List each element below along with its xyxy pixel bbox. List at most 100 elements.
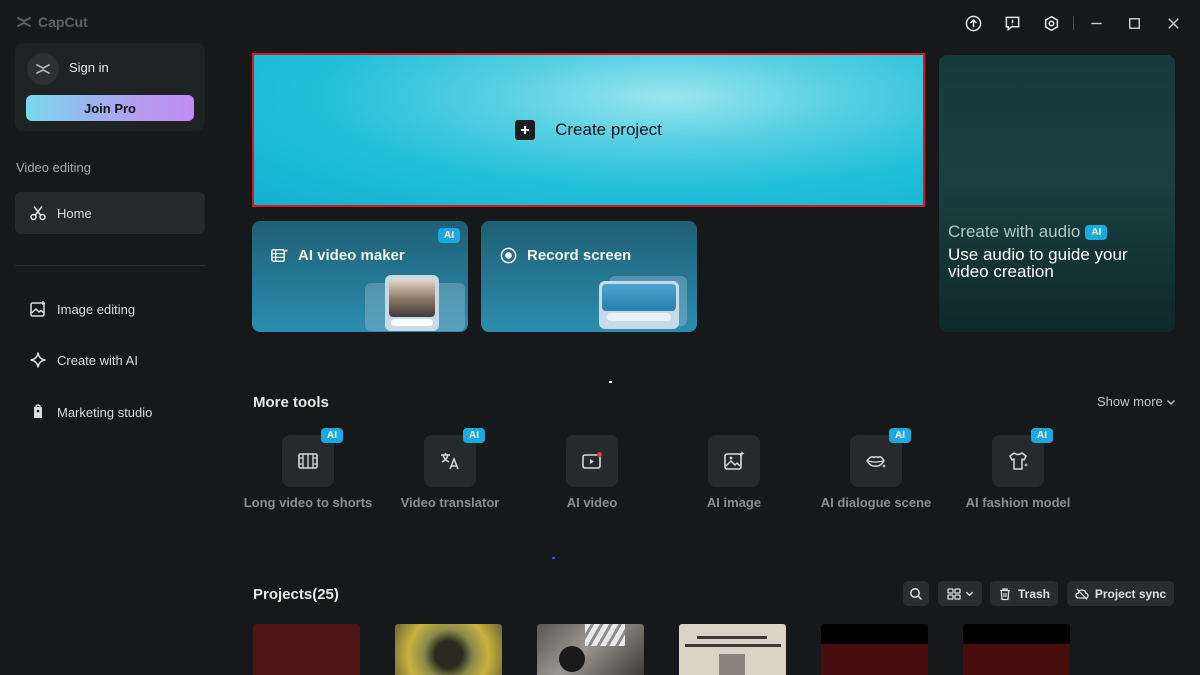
create-project-label: Create project: [555, 120, 662, 139]
tool-ai-video[interactable]: AI video: [522, 435, 662, 510]
project-thumbnail[interactable]: [679, 624, 786, 675]
tool-icon-box: AI: [424, 428, 485, 487]
sidebar-item-image-editing[interactable]: Image editing: [15, 288, 205, 330]
project-sync-button[interactable]: Project sync: [1067, 581, 1174, 606]
ai-badge: AI: [1031, 428, 1053, 443]
sidebar-divider: [15, 265, 205, 266]
close-icon[interactable]: [1162, 12, 1184, 34]
ai-badge: AI: [438, 228, 460, 243]
trash-icon: [999, 587, 1010, 600]
sidebar-item-label: Image editing: [57, 301, 136, 317]
chevron-down-icon: [1166, 399, 1175, 405]
tool-label: AI dialogue scene: [820, 495, 932, 510]
video-editing-label: Video editing: [16, 160, 91, 175]
tool-label: AI fashion model: [965, 495, 1071, 510]
minimize-icon[interactable]: [1085, 12, 1107, 34]
record-screen-label: Record screen: [527, 247, 632, 264]
tool-icon-box: AI: [282, 428, 343, 487]
ai-badge: AI: [321, 428, 343, 443]
project-sync-label: Project sync: [1094, 586, 1167, 601]
decorative-video-thumbnail: [385, 275, 439, 331]
more-tools-title: More tools: [253, 394, 329, 411]
settings-icon[interactable]: [1040, 12, 1062, 34]
tool-ai-image[interactable]: AI image: [664, 435, 804, 510]
decorative-screen-thumbnail: [599, 281, 679, 329]
feedback-icon[interactable]: [1001, 12, 1023, 34]
avatar[interactable]: [27, 53, 59, 85]
stray-pixel: [552, 557, 555, 559]
shopping-bag-icon: [34, 404, 42, 418]
sparkle-icon: [30, 352, 46, 368]
sign-in-link[interactable]: Sign in: [69, 60, 109, 75]
thumbnail-object: [559, 646, 585, 672]
sidebar-item-create-with-ai[interactable]: Create with AI: [15, 339, 205, 381]
grid-view-icon: [946, 587, 961, 600]
capcut-avatar-icon: [36, 64, 50, 74]
join-pro-button[interactable]: Join Pro: [26, 95, 194, 121]
project-thumbnail[interactable]: [253, 624, 360, 675]
tool-icon-box: AI: [850, 428, 911, 487]
show-more-link[interactable]: Show more: [1097, 394, 1176, 409]
tool-label: AI image: [706, 495, 762, 510]
screen-control-bar: [607, 313, 671, 321]
thumbnail-text-line: [685, 644, 781, 647]
project-thumbnail[interactable]: [821, 624, 928, 675]
thumbnail-text-line: [697, 636, 767, 639]
show-more-label: Show more: [1097, 394, 1163, 409]
image-edit-icon: [30, 301, 45, 317]
tool-video-translator[interactable]: AI Video translator: [380, 428, 520, 510]
lips-icon: [866, 456, 886, 468]
image-sparkle-icon: [724, 451, 745, 470]
chevron-down-icon: [965, 591, 973, 597]
trash-label: Trash: [1017, 586, 1050, 601]
film-icon: [271, 248, 289, 262]
upload-icon[interactable]: [962, 12, 984, 34]
cloud-sync-icon: [1075, 588, 1089, 600]
create-with-audio-card[interactable]: Create with audio AI Use audio to guide …: [939, 55, 1175, 332]
create-project-button[interactable]: Create project: [252, 53, 925, 207]
project-thumbnail[interactable]: [395, 624, 502, 675]
film-split-icon: [298, 453, 318, 469]
account-card: Sign in Join Pro: [15, 43, 205, 131]
thumbnail-caption-bar: [391, 319, 433, 326]
sidebar-item-marketing-studio[interactable]: Marketing studio: [15, 391, 205, 433]
ai-badge: AI: [463, 428, 485, 443]
tool-label: AI video: [566, 495, 618, 510]
ai-video-maker-title: AI video maker: [270, 246, 405, 265]
titlebar-divider: [1073, 16, 1074, 30]
record-screen-card[interactable]: Record screen: [481, 221, 697, 332]
video-play-icon: [582, 452, 602, 469]
project-thumbnail[interactable]: [963, 624, 1070, 675]
ai-video-maker-label: AI video maker: [298, 247, 405, 264]
ai-video-maker-card[interactable]: AI video maker AI: [252, 221, 468, 332]
ai-badge: AI: [1085, 224, 1108, 240]
tool-long-video-to-shorts[interactable]: AI Long video to shorts: [238, 428, 378, 510]
tool-ai-dialogue-scene[interactable]: AI AI dialogue scene: [806, 428, 946, 510]
projects-title: Projects(25): [253, 586, 339, 603]
project-thumbnail[interactable]: [537, 624, 644, 675]
sidebar-item-label: Marketing studio: [57, 404, 153, 420]
sidebar: Sign in Join Pro Video editing Home Imag…: [0, 0, 222, 675]
audio-card-title: Create with audio AI: [948, 222, 1108, 242]
sidebar-item-label: Create with AI: [57, 352, 138, 368]
audio-card-title-text: Create with audio: [948, 222, 1081, 241]
trash-button[interactable]: Trash: [990, 581, 1058, 606]
scissors-icon: [30, 206, 46, 221]
tool-label: Long video to shorts: [243, 495, 373, 510]
tool-ai-fashion-model[interactable]: AI AI fashion model: [948, 428, 1088, 510]
sidebar-item-home[interactable]: Home: [15, 192, 205, 234]
tool-icon-box: [566, 435, 618, 487]
translate-icon: [441, 453, 459, 470]
record-screen-title: Record screen: [499, 246, 631, 265]
maximize-icon[interactable]: [1123, 12, 1145, 34]
thumbnail-railing: [585, 624, 625, 646]
sidebar-item-label: Home: [57, 205, 92, 221]
search-button[interactable]: [903, 581, 929, 606]
thumbnail-image: [719, 654, 745, 675]
tool-label: Video translator: [400, 495, 500, 510]
record-icon: [500, 247, 517, 264]
tool-icon-box: [708, 435, 760, 487]
audio-card-subtitle: Use audio to guide your video creation: [948, 245, 1128, 281]
view-toggle-button[interactable]: [938, 581, 982, 606]
stray-pixel: [609, 381, 612, 383]
